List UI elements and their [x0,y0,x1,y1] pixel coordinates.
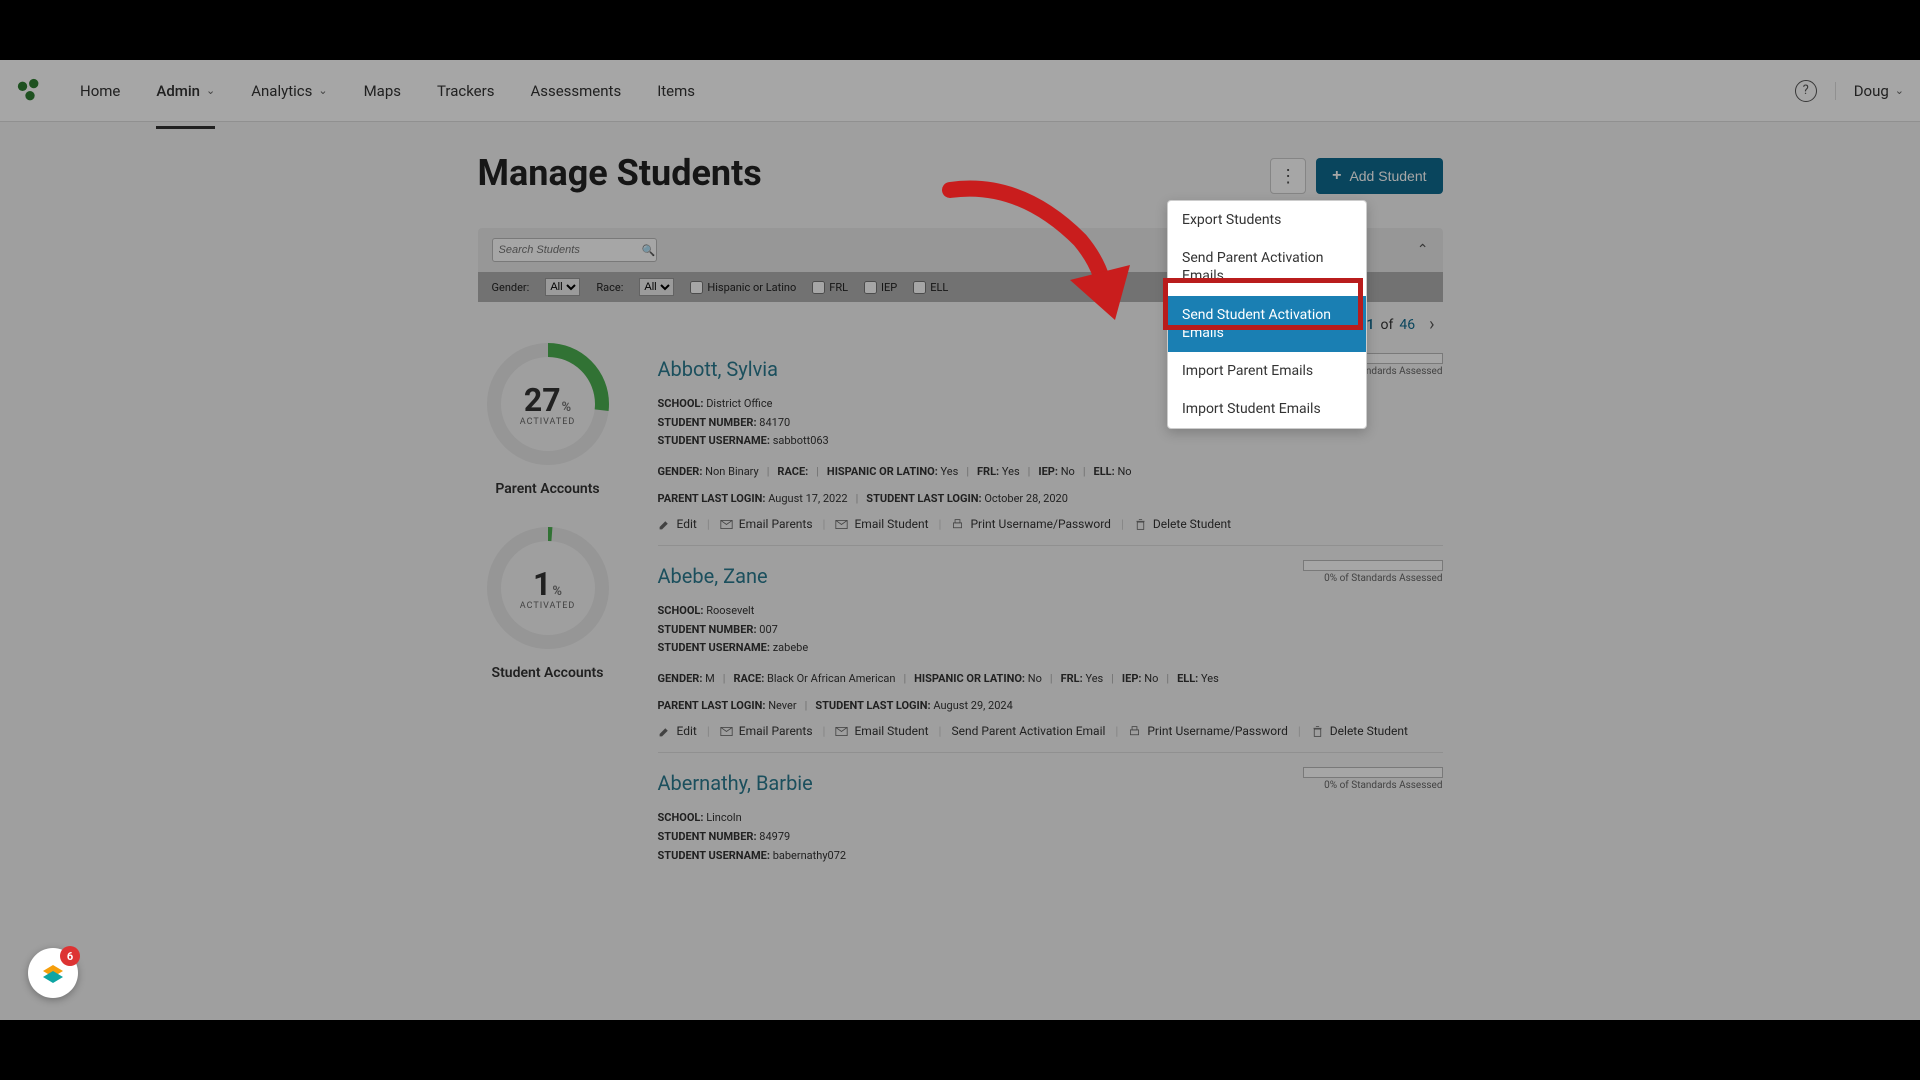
accounts-sidebar: 27%ACTIVATED Parent Accounts 1%ACTIVATED… [478,339,618,879]
collapse-filters-icon[interactable]: ⌃ [1417,242,1429,258]
parent-accounts-donut: 27%ACTIVATED [483,339,613,469]
pencil-icon [658,725,671,738]
user-menu[interactable]: Doug⌄ [1835,82,1904,100]
dropdown-import-student-emails[interactable]: Import Student Emails [1168,390,1366,428]
page-current: 1 [1367,317,1375,333]
nav-trackers[interactable]: Trackers [419,74,512,108]
student-accounts-label: Student Accounts [492,665,604,681]
email-parents-action[interactable]: Email Parents [720,724,813,738]
email-student-action[interactable]: Email Student [835,724,928,738]
chevron-down-icon: ⌄ [318,84,327,97]
envelope-icon [720,725,733,738]
delete-action[interactable]: Delete Student [1134,517,1231,531]
trash-icon [1134,518,1147,531]
printer-icon [951,518,964,531]
edit-action[interactable]: Edit [658,724,697,738]
nav-items[interactable]: Items [639,74,713,108]
email-parents-action[interactable]: Email Parents [720,517,813,531]
floating-help-widget[interactable]: 6 [28,948,78,998]
more-actions-button[interactable] [1270,158,1306,194]
envelope-icon [720,518,733,531]
help-icon[interactable]: ? [1795,80,1817,102]
add-student-button[interactable]: +Add Student [1316,158,1442,194]
ell-filter[interactable]: ELL [913,281,948,294]
dropdown-send-parent-activation[interactable]: Send Parent Activation Emails [1168,239,1366,295]
widget-badge: 6 [60,946,80,966]
dropdown-export-students[interactable]: Export Students [1168,201,1366,239]
student-accounts-donut: 1%ACTIVATED [483,523,613,653]
nav-maps[interactable]: Maps [346,74,419,108]
kebab-icon [1279,166,1297,187]
hispanic-filter[interactable]: Hispanic or Latino [690,281,796,294]
student-card: Abernathy, Barbie 0% of Standards Assess… [658,753,1443,879]
nav-admin[interactable]: Admin⌄ [138,74,233,108]
gender-filter-select[interactable]: All [545,278,580,296]
search-input[interactable] [499,244,642,256]
print-action[interactable]: Print Username/Password [1128,724,1287,738]
chevron-down-icon: ⌄ [1895,84,1904,97]
frl-filter[interactable]: FRL [812,281,848,294]
send-parent-activation-action[interactable]: Send Parent Activation Email [951,724,1105,738]
nav-home[interactable]: Home [62,74,138,108]
trash-icon [1311,725,1324,738]
page-next-icon[interactable]: › [1429,314,1434,335]
dropdown-send-student-activation[interactable]: Send Student Activation Emails [1168,296,1366,352]
edit-action[interactable]: Edit [658,517,697,531]
gender-filter-label: Gender: [492,281,530,294]
chevron-down-icon: ⌄ [206,84,215,97]
pencil-icon [658,518,671,531]
standards-assessed: 0% of Standards Assessed [1303,560,1443,584]
search-icon: 🔍 [642,244,656,257]
plus-icon: + [1332,167,1341,185]
parent-accounts-label: Parent Accounts [495,481,599,497]
race-filter-label: Race: [596,281,623,294]
iep-filter[interactable]: IEP [864,281,897,294]
print-action[interactable]: Print Username/Password [951,517,1110,531]
student-card: Abebe, Zane 0% of Standards Assessed SCH… [658,546,1443,753]
dropdown-import-parent-emails[interactable]: Import Parent Emails [1168,352,1366,390]
actions-dropdown: Export Students Send Parent Activation E… [1167,200,1367,429]
envelope-icon [835,518,848,531]
search-box[interactable]: 🔍 [492,238,657,262]
email-student-action[interactable]: Email Student [835,517,928,531]
page-total[interactable]: 46 [1399,317,1415,333]
app-logo [16,77,44,105]
printer-icon [1128,725,1141,738]
race-filter-select[interactable]: All [639,278,674,296]
standards-assessed: 0% of Standards Assessed [1303,767,1443,791]
nav-assessments[interactable]: Assessments [512,74,639,108]
top-navigation: Home Admin⌄ Analytics⌄ Maps Trackers Ass… [0,60,1920,122]
nav-analytics[interactable]: Analytics⌄ [233,74,345,108]
envelope-icon [835,725,848,738]
delete-action[interactable]: Delete Student [1311,724,1408,738]
